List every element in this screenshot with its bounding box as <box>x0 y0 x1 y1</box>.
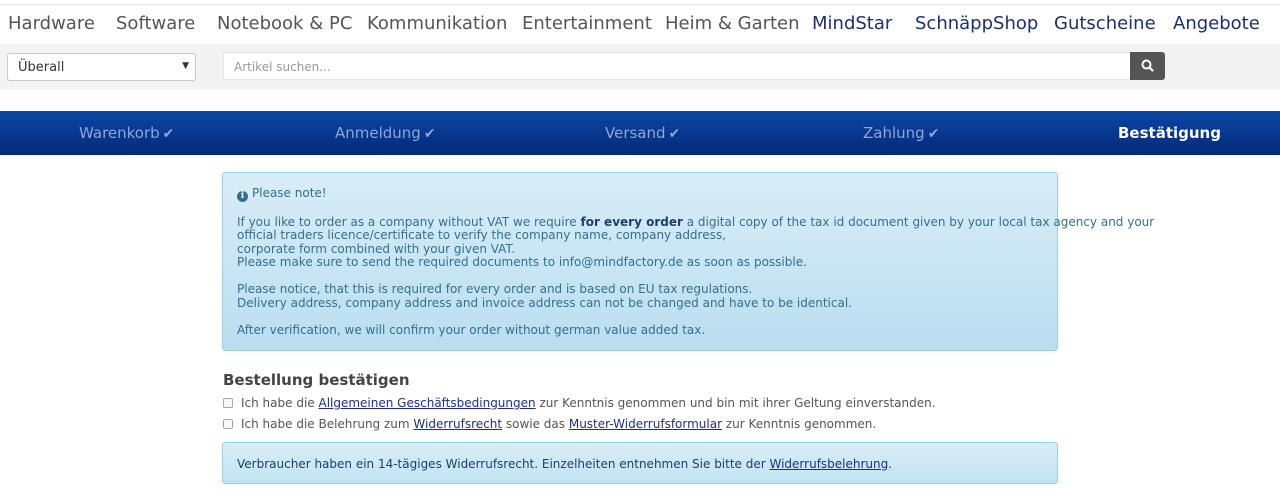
widerrufsrecht-link[interactable]: Widerrufsrecht <box>413 417 502 431</box>
notice-text: official traders licence/certificate to … <box>237 228 726 242</box>
agb-link[interactable]: Allgemeinen Geschäftsbedingungen <box>318 396 535 410</box>
main-navigation: Hardware Software Notebook & PC Kommunik… <box>0 5 1280 43</box>
step-zahlung[interactable]: Zahlung ✔ <box>863 124 939 142</box>
nav-entertainment[interactable]: Entertainment <box>522 13 652 34</box>
search-input[interactable]: Artikel suchen... <box>223 52 1130 80</box>
nav-gutscheine[interactable]: Gutscheine <box>1054 13 1156 34</box>
terms-checkbox[interactable] <box>223 398 233 408</box>
step-anmeldung[interactable]: Anmeldung ✔ <box>335 124 436 142</box>
notice-text: corporate form combined with your given … <box>237 241 516 256</box>
check-icon: ✔ <box>423 126 436 142</box>
nav-heim-garten[interactable]: Heim & Garten <box>665 13 800 34</box>
checkbox-label-text: zur Kenntnis genommen. <box>722 417 877 431</box>
withdrawal-notice-box: Verbraucher haben ein 14-tägiges Widerru… <box>222 442 1058 484</box>
withdrawal-notice-text: Verbraucher haben ein 14-tägiges Widerru… <box>237 457 770 471</box>
checkbox-label-text: zur Kenntnis genommen und bin mit ihrer … <box>535 396 936 410</box>
notice-title-text: Please note! <box>252 186 327 200</box>
check-icon: ✔ <box>162 126 175 142</box>
category-select-value: Überall <box>18 60 65 75</box>
search-bar: Überall ▼ Artikel suchen... <box>0 44 1280 90</box>
nav-schnaeppshop[interactable]: SchnäppShop <box>915 13 1038 34</box>
search-button[interactable] <box>1130 52 1165 80</box>
nav-hardware[interactable]: Hardware <box>8 13 95 34</box>
notice-text: Delivery address, company address and in… <box>237 295 852 310</box>
step-label: Versand <box>605 124 666 142</box>
nav-software[interactable]: Software <box>116 13 195 34</box>
notice-text: Please make sure to send the required do… <box>237 255 807 269</box>
notice-text: If you like to order as a company withou… <box>237 214 1154 230</box>
chevron-down-icon: ▼ <box>182 61 189 71</box>
step-warenkorb[interactable]: Warenkorb ✔ <box>79 124 174 142</box>
checkbox-label-text: Ich habe die Belehrung zum <box>241 417 414 431</box>
info-icon: i <box>237 191 248 202</box>
muster-widerrufsformular-link[interactable]: Muster-Widerrufsformular <box>569 417 722 431</box>
checkbox-label-text: Ich habe die <box>241 396 319 410</box>
nav-angebote[interactable]: Angebote <box>1173 13 1260 34</box>
category-select[interactable]: Überall ▼ <box>7 53 196 81</box>
notice-text-part: If you like to order as a company withou… <box>237 214 581 229</box>
step-label: Zahlung <box>863 124 925 142</box>
nav-kommunikation[interactable]: Kommunikation <box>367 13 507 34</box>
check-icon: ✔ <box>668 126 681 142</box>
confirm-order-heading: Bestellung bestätigen <box>223 371 410 389</box>
checkbox-label-text: sowie das <box>502 417 569 431</box>
notice-title: i Please note! <box>237 186 1057 202</box>
notice-text: Please notice, that this is required for… <box>237 282 753 296</box>
check-icon: ✔ <box>927 126 940 142</box>
search-icon <box>1141 59 1154 72</box>
step-label: Warenkorb <box>79 124 160 142</box>
terms-checkbox-row: Ich habe die Allgemeinen Geschäftsbeding… <box>223 396 936 410</box>
step-label: Bestätigung <box>1118 124 1221 142</box>
nav-mindstar[interactable]: MindStar <box>812 13 892 34</box>
withdrawal-checkbox[interactable] <box>223 419 233 429</box>
step-versand[interactable]: Versand ✔ <box>605 124 680 142</box>
withdrawal-checkbox-row: Ich habe die Belehrung zum Widerrufsrech… <box>223 417 876 431</box>
withdrawal-notice-text: . <box>888 457 893 471</box>
checkout-steps: Warenkorb ✔ Anmeldung ✔ Versand ✔ Zahlung ✔ … <box>0 111 1280 155</box>
step-bestaetigung: Bestätigung <box>1118 124 1221 142</box>
notice-text: After verification, we will confirm your… <box>237 322 706 337</box>
notice-text-part: a digital copy of the tax id document gi… <box>682 214 1155 229</box>
nav-notebook-pc[interactable]: Notebook & PC <box>217 13 352 34</box>
notice-emphasis: for every order <box>580 214 683 229</box>
vat-notice-box: i Please note! If you like to order as a … <box>222 172 1154 351</box>
widerrufsbelehrung-link[interactable]: Widerrufsbelehrung <box>770 457 889 471</box>
step-label: Anmeldung <box>335 124 421 142</box>
